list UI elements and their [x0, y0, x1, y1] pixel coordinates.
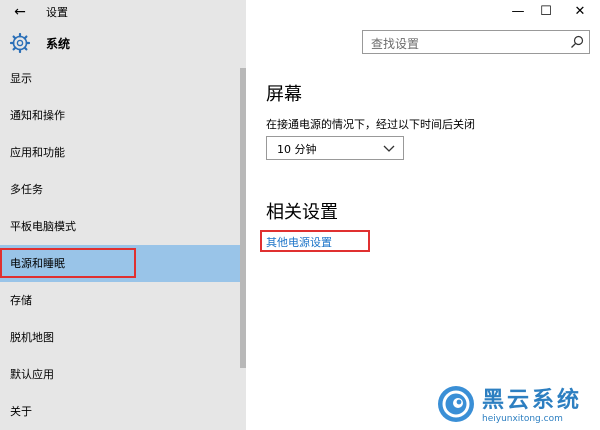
sidebar-item-label: 多任务	[10, 183, 43, 196]
title-bar: ← 设置 — ☐ ✕	[0, 0, 600, 24]
search-placeholder: 查找设置	[371, 37, 420, 51]
chevron-down-icon	[383, 145, 395, 152]
sidebar-item-offline-maps[interactable]: 脱机地图	[0, 319, 240, 356]
sidebar-nav: 显示 通知和操作 应用和功能 多任务 平板电脑模式 电源和睡眠 存储 脱机地图 …	[0, 60, 240, 430]
sidebar-scrollbar[interactable]	[240, 68, 246, 368]
search-icon	[571, 35, 584, 48]
window-title: 设置	[46, 6, 68, 19]
sidebar-item-label: 平板电脑模式	[10, 220, 76, 233]
section-title: 系统	[46, 36, 71, 51]
sidebar-item-multitasking[interactable]: 多任务	[0, 171, 240, 208]
back-button[interactable]: ←	[10, 2, 30, 22]
section-header: 系统	[10, 33, 70, 53]
close-button[interactable]: ✕	[564, 0, 596, 24]
screen-off-description: 在接通电源的情况下，经过以下时间后关闭	[266, 118, 475, 131]
brand-logo-icon	[438, 386, 474, 422]
highlight-box-power-link	[260, 230, 370, 252]
sidebar-item-label: 存储	[10, 294, 32, 307]
sidebar-item-apps-features[interactable]: 应用和功能	[0, 134, 240, 171]
highlight-box-power-sleep	[0, 248, 136, 278]
back-arrow-icon: ←	[14, 4, 26, 20]
sidebar-item-default-apps[interactable]: 默认应用	[0, 356, 240, 393]
watermark-brand: 黑云系统	[482, 388, 583, 413]
screen-heading: 屏幕	[266, 84, 302, 105]
sidebar-item-about[interactable]: 关于	[0, 393, 240, 430]
sidebar-item-tablet-mode[interactable]: 平板电脑模式	[0, 208, 240, 245]
related-settings-heading: 相关设置	[266, 202, 338, 223]
screen-timeout-dropdown[interactable]: 10 分钟	[266, 136, 404, 160]
sidebar-item-display[interactable]: 显示	[0, 60, 240, 97]
sidebar-item-label: 应用和功能	[10, 146, 65, 159]
close-icon: ✕	[574, 4, 586, 19]
dropdown-value: 10 分钟	[277, 143, 317, 156]
search-input[interactable]: 查找设置	[362, 30, 590, 54]
watermark-url: heiyunxitong.com	[482, 414, 563, 424]
maximize-icon: ☐	[540, 4, 552, 19]
sidebar-item-label: 默认应用	[10, 368, 54, 381]
sidebar-item-label: 关于	[10, 405, 32, 418]
minimize-icon: —	[511, 4, 525, 19]
sidebar-item-notifications[interactable]: 通知和操作	[0, 97, 240, 134]
sidebar-item-storage[interactable]: 存储	[0, 282, 240, 319]
sidebar-item-label: 显示	[10, 72, 32, 85]
sidebar-item-label: 脱机地图	[10, 331, 54, 344]
gear-icon	[10, 33, 30, 53]
sidebar-item-label: 通知和操作	[10, 109, 65, 122]
maximize-button[interactable]: ☐	[530, 0, 562, 24]
